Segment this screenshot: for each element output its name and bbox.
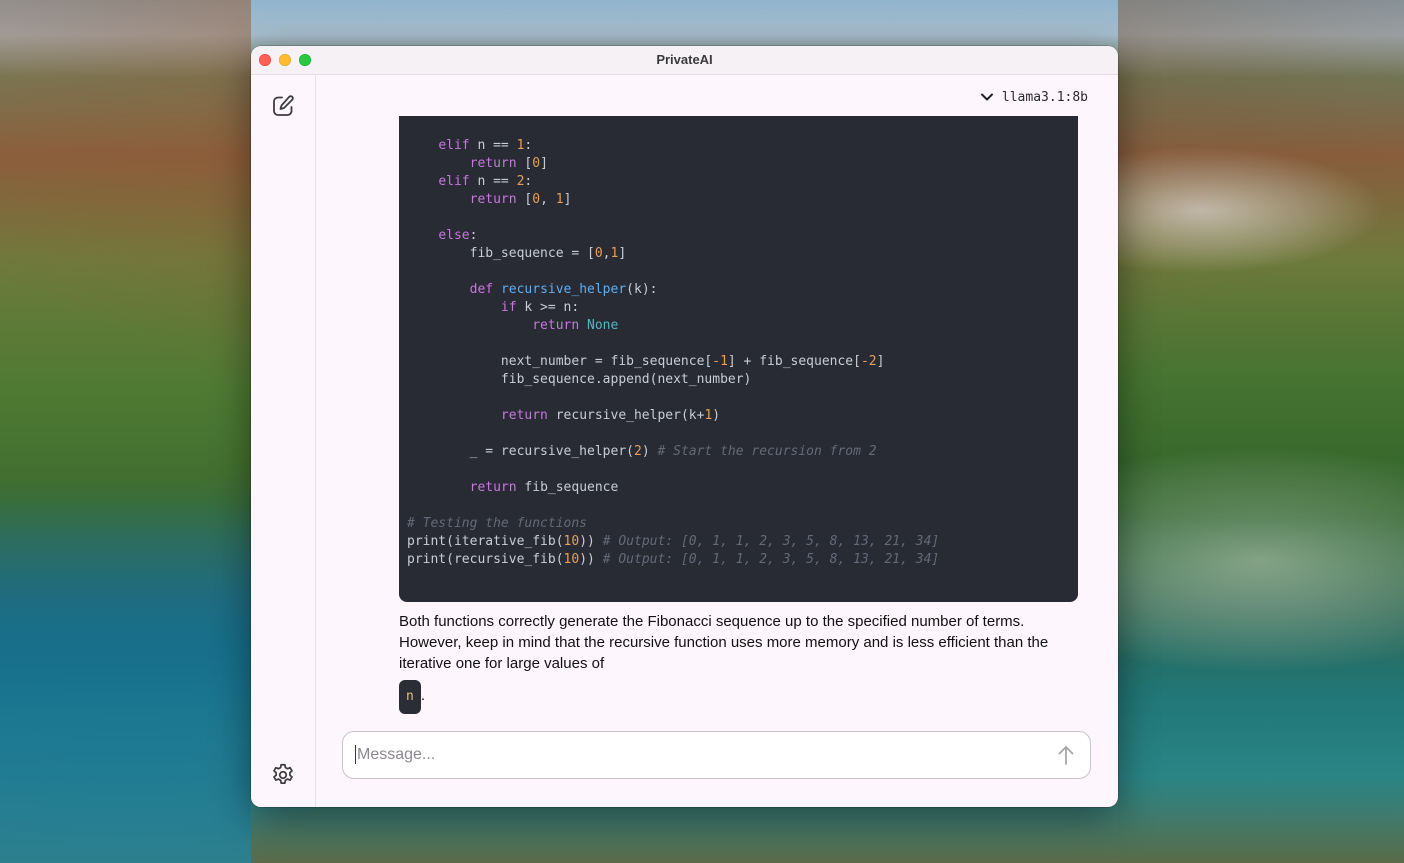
code-line: _ = recursive_helper(2) # Start the recu… bbox=[407, 444, 877, 459]
code-line: # Testing the functions bbox=[407, 516, 588, 531]
code-line: return [0] bbox=[469, 156, 548, 171]
new-chat-button[interactable] bbox=[270, 93, 296, 119]
model-selector[interactable]: llama3.1:8b bbox=[980, 87, 1088, 107]
code-line: elif n == 2: bbox=[438, 174, 533, 189]
code-line: return recursive_helper(k+1) bbox=[500, 408, 721, 423]
app-window: PrivateAI llama3.1:8b return "Input shou… bbox=[251, 46, 1118, 807]
message-input[interactable] bbox=[355, 732, 1049, 778]
message-suffix: . bbox=[420, 687, 425, 704]
code-line: elif n == 1: bbox=[438, 138, 533, 153]
arrow-up-icon bbox=[1058, 746, 1074, 765]
window-title: PrivateAI bbox=[656, 52, 713, 67]
code-line: print(iterative_fib(10)) # Output: [0, 1… bbox=[407, 534, 940, 549]
code-line: fib_sequence.append(next_number) bbox=[407, 372, 752, 387]
code-content: return "Input should be a positive integ… bbox=[407, 116, 939, 569]
code-line: return "Input should be a positive integ… bbox=[407, 116, 807, 117]
model-name: llama3.1:8b bbox=[1001, 89, 1088, 105]
title-bar: PrivateAI bbox=[251, 46, 1118, 75]
assistant-message: Both functions correctly generate the Fi… bbox=[399, 611, 1078, 714]
send-button[interactable] bbox=[1056, 744, 1076, 766]
code-line: fib_sequence = [0,1] bbox=[407, 246, 627, 261]
chevron-down-icon bbox=[980, 93, 993, 101]
code-line: return [0, 1] bbox=[469, 192, 572, 207]
code-line: next_number = fib_sequence[-1] + fib_seq… bbox=[407, 354, 885, 369]
desktop-wallpaper-left bbox=[0, 0, 251, 863]
settings-button[interactable] bbox=[270, 762, 296, 788]
code-line: if k >= n: bbox=[500, 300, 580, 315]
inline-code: n bbox=[399, 680, 421, 714]
compose-icon bbox=[273, 95, 294, 116]
code-line: else: bbox=[438, 228, 478, 243]
message-list[interactable]: return "Input should be a positive integ… bbox=[399, 116, 1078, 756]
code-line: def recursive_helper(k): bbox=[469, 282, 658, 297]
sidebar bbox=[251, 75, 316, 807]
code-line: return fib_sequence bbox=[469, 480, 619, 495]
assistant-message-text: Both functions correctly generate the Fi… bbox=[399, 613, 1049, 672]
desktop-wallpaper-right bbox=[1118, 0, 1404, 863]
code-block: return "Input should be a positive integ… bbox=[399, 116, 1078, 602]
message-composer[interactable] bbox=[342, 731, 1091, 779]
code-line: return None bbox=[532, 318, 619, 333]
code-line: print(recursive_fib(10)) # Output: [0, 1… bbox=[407, 552, 940, 567]
chat-area: llama3.1:8b return "Input should be a po… bbox=[316, 75, 1118, 807]
gear-icon bbox=[273, 763, 293, 784]
